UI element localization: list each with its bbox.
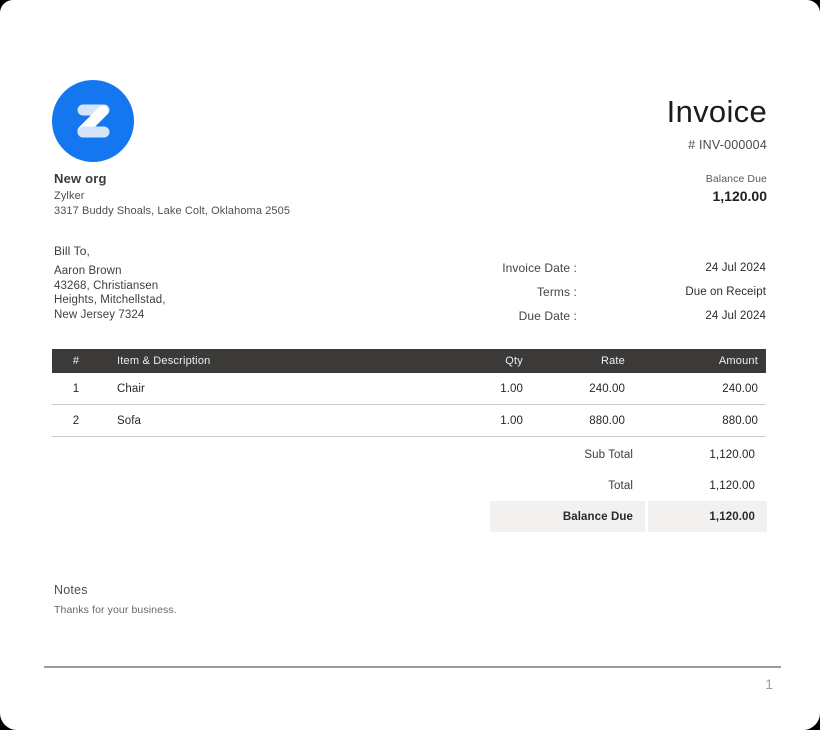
company-name: Zylker	[54, 189, 290, 204]
table-row: 2 Sofa 1.00 880.00 880.00	[52, 405, 766, 437]
table-row: 1 Chair 1.00 240.00 240.00	[52, 373, 766, 405]
subtotal-row: Sub Total 1,120.00	[490, 439, 767, 470]
page-number: 1	[765, 676, 773, 692]
item-amount: 240.00	[633, 383, 766, 395]
item-number: 2	[52, 415, 100, 427]
balance-due-row-value: 1,120.00	[648, 501, 767, 532]
meta-row-invoice-date: Invoice Date : 24 Jul 2024	[446, 256, 766, 280]
page-title: Invoice	[667, 95, 767, 129]
balance-due-value: 1,120.00	[667, 188, 767, 204]
meta-row-due-date: Due Date : 24 Jul 2024	[446, 304, 766, 328]
bill-to-section: Bill To, Aaron Brown 43268, Christiansen…	[54, 244, 166, 322]
subtotal-value: 1,120.00	[648, 439, 767, 470]
total-value: 1,120.00	[648, 470, 767, 501]
terms-label: Terms :	[446, 285, 577, 299]
item-rate: 880.00	[531, 415, 633, 427]
invoice-header: Invoice # INV-000004 Balance Due 1,120.0…	[667, 95, 767, 204]
z-logo-icon	[52, 80, 134, 162]
invoice-meta: Invoice Date : 24 Jul 2024 Terms : Due o…	[446, 256, 766, 328]
column-header-item: Item & Description	[100, 355, 431, 367]
notes-section: Notes Thanks for your business.	[54, 583, 177, 616]
items-table-header: # Item & Description Qty Rate Amount	[52, 349, 766, 373]
terms-value: Due on Receipt	[577, 286, 766, 298]
column-header-qty: Qty	[431, 355, 531, 367]
balance-due-label: Balance Due	[667, 173, 767, 185]
invoice-document: New org Zylker 3317 Buddy Shoals, Lake C…	[0, 0, 820, 730]
notes-text: Thanks for your business.	[54, 604, 177, 616]
item-name: Chair	[100, 383, 431, 395]
bill-to-address-line: Heights, Mitchellstad,	[54, 293, 166, 308]
totals-section: Sub Total 1,120.00 Total 1,120.00 Balanc…	[490, 439, 767, 532]
bill-to-name: Aaron Brown	[54, 264, 166, 279]
org-name: New org	[54, 171, 290, 186]
item-name: Sofa	[100, 415, 431, 427]
org-info: New org Zylker 3317 Buddy Shoals, Lake C…	[54, 171, 290, 218]
column-header-amount: Amount	[633, 355, 766, 367]
items-table: # Item & Description Qty Rate Amount 1 C…	[52, 349, 766, 437]
item-rate: 240.00	[531, 383, 633, 395]
invoice-date-value: 24 Jul 2024	[577, 262, 766, 274]
total-row: Total 1,120.00	[490, 470, 767, 501]
item-amount: 880.00	[633, 415, 766, 427]
notes-label: Notes	[54, 583, 177, 597]
meta-row-terms: Terms : Due on Receipt	[446, 280, 766, 304]
invoice-date-label: Invoice Date :	[446, 261, 577, 275]
due-date-label: Due Date :	[446, 309, 577, 323]
balance-due-row-label: Balance Due	[490, 501, 645, 532]
column-header-rate: Rate	[531, 355, 633, 367]
bill-to-address-line: 43268, Christiansen	[54, 279, 166, 294]
item-qty: 1.00	[431, 383, 531, 395]
bill-to-label: Bill To,	[54, 244, 166, 258]
footer-divider	[44, 666, 781, 668]
subtotal-label: Sub Total	[490, 439, 645, 470]
column-header-num: #	[52, 355, 100, 367]
total-label: Total	[490, 470, 645, 501]
bill-to-address-line: New Jersey 7324	[54, 308, 166, 323]
org-logo	[52, 80, 134, 162]
item-number: 1	[52, 383, 100, 395]
company-address: 3317 Buddy Shoals, Lake Colt, Oklahoma 2…	[54, 204, 290, 219]
invoice-number: # INV-000004	[667, 138, 767, 152]
item-qty: 1.00	[431, 415, 531, 427]
balance-due-row: Balance Due 1,120.00	[490, 501, 767, 532]
due-date-value: 24 Jul 2024	[577, 310, 766, 322]
